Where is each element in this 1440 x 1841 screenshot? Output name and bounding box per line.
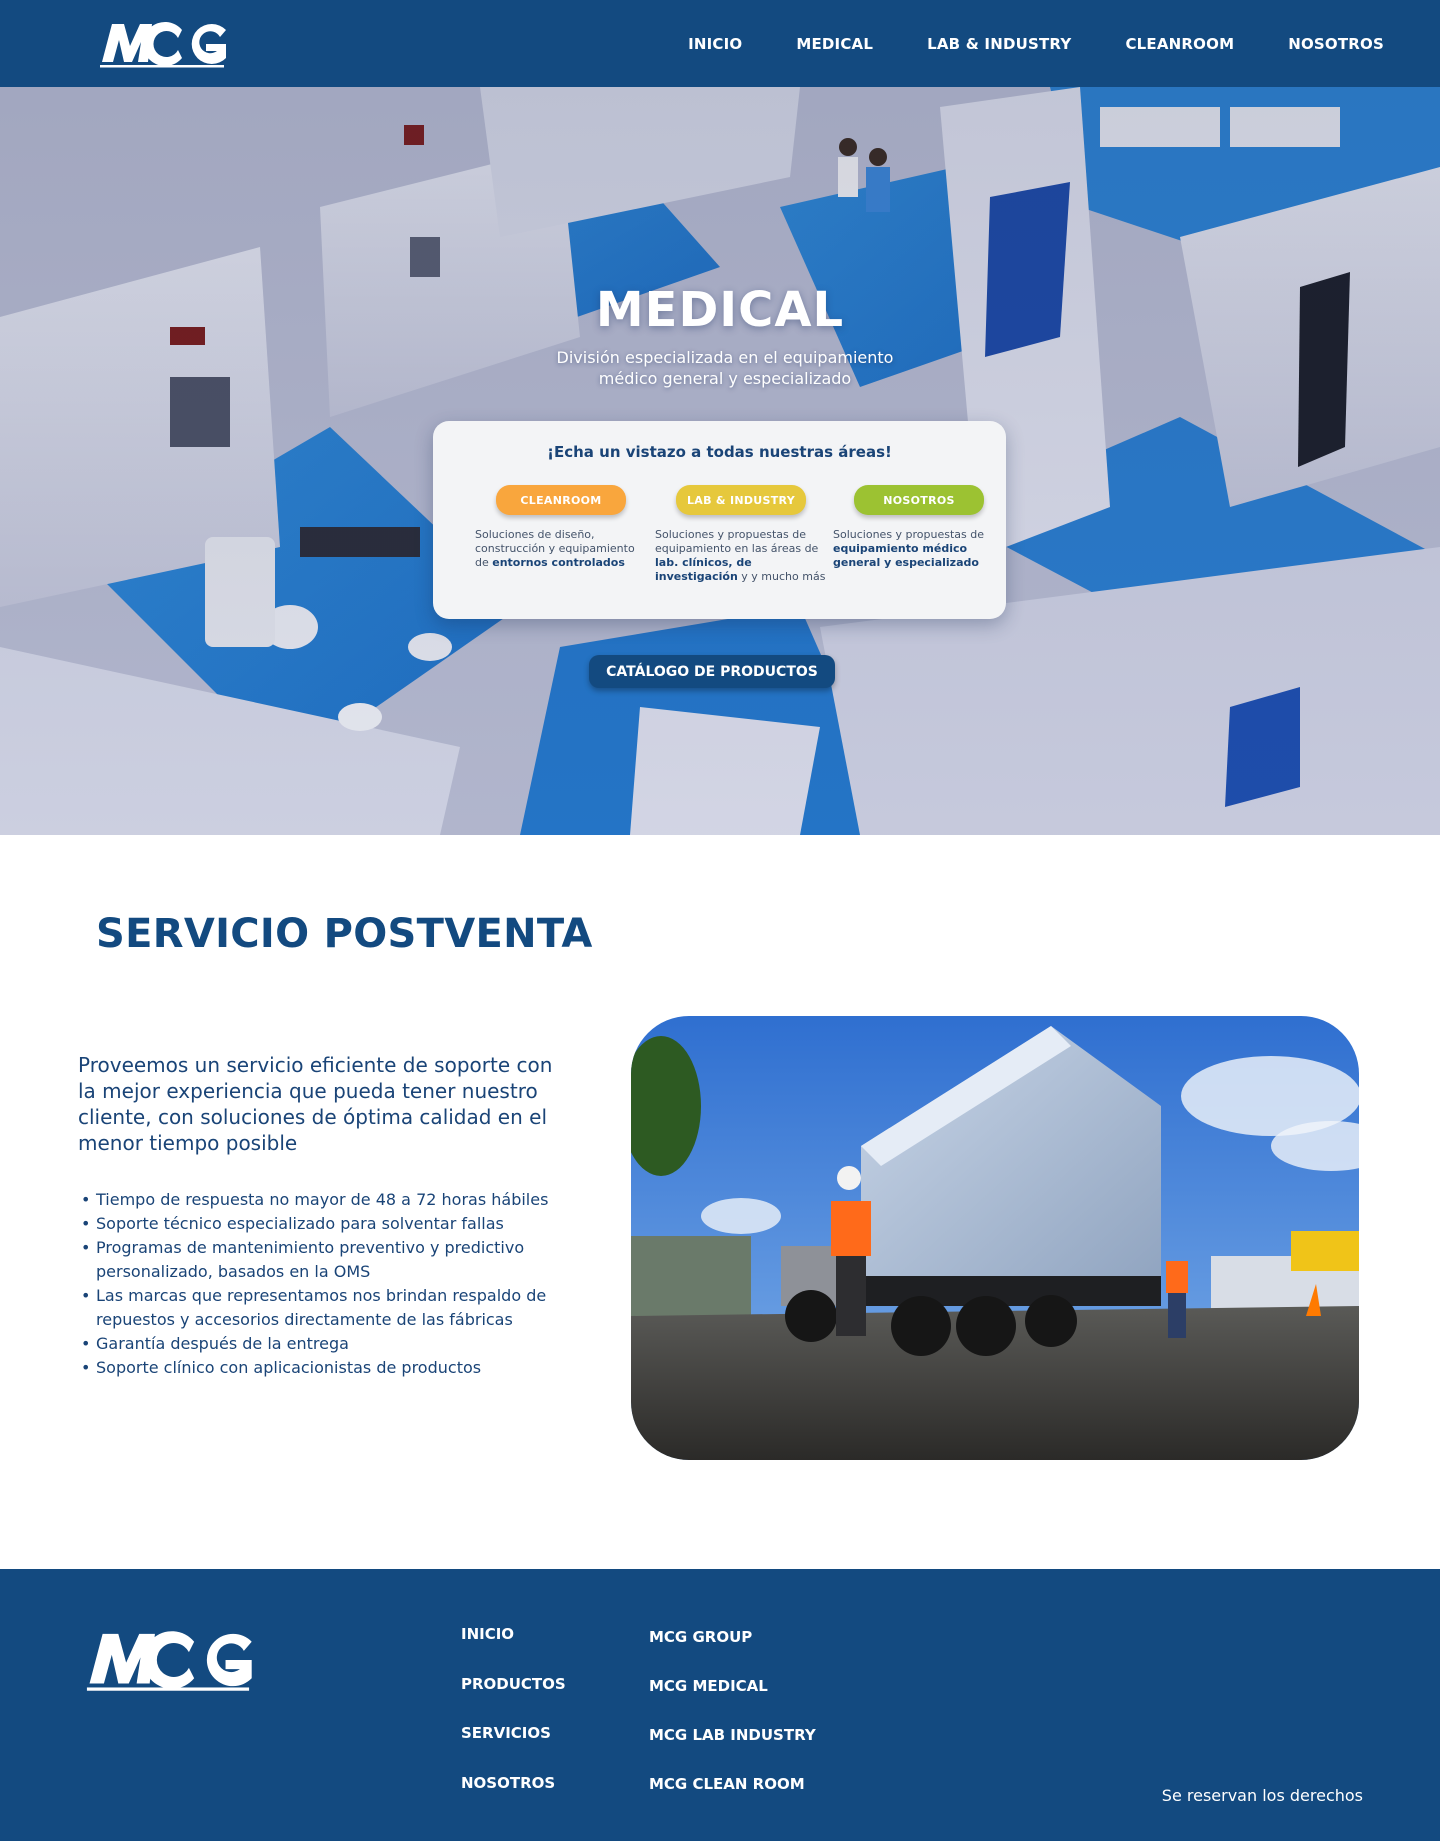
list-item: MCG LAB INDUSTRY [649, 1726, 816, 1775]
area-description-text: Soluciones y propuestas de equipamiento … [655, 528, 819, 555]
nosotros-button[interactable]: NOSOTROS [854, 485, 984, 515]
area-description-text: Soluciones y propuestas de [833, 528, 985, 541]
footer-link-servicios[interactable]: SERVICIOS [461, 1724, 551, 1742]
footer-links-group: MCG GROUP MCG MEDICAL MCG LAB INDUSTRY M… [649, 1628, 816, 1824]
hero-section: MEDICAL División especializada en el equ… [0, 87, 1440, 835]
hero-title: MEDICAL [595, 282, 845, 338]
nav-lab-industry[interactable]: LAB & INDUSTRY [927, 35, 1071, 53]
list-item: Garantía después de la entrega [80, 1332, 580, 1356]
nav-cleanroom[interactable]: CLEANROOM [1125, 35, 1234, 53]
copyright-text: Se reservan los derechos [1161, 1786, 1363, 1805]
area-description-tail: y y mucho más [737, 570, 826, 583]
area-nosotros: NOSOTROS Soluciones y propuestas de equi… [833, 485, 1005, 570]
footer-link-mcg-lab-industry[interactable]: MCG LAB INDUSTRY [649, 1726, 816, 1744]
footer-link-mcg-medical[interactable]: MCG MEDICAL [649, 1677, 768, 1695]
area-lab-industry: LAB & INDUSTRY Soluciones y propuestas d… [655, 485, 827, 584]
cleanroom-button[interactable]: CLEANROOM [496, 485, 626, 515]
product-catalog-button[interactable]: CATÁLOGO DE PRODUCTOS [589, 655, 835, 688]
service-title: SERVICIO POSTVENTA [96, 911, 593, 957]
area-description: Soluciones de diseño, construcción y equ… [475, 528, 647, 570]
list-item: NOSOTROS [461, 1774, 566, 1824]
footer-links-site: INICIO PRODUCTOS SERVICIOS NOSOTROS [461, 1625, 566, 1823]
footer-link-mcg-clean-room[interactable]: MCG CLEAN ROOM [649, 1775, 805, 1793]
list-item: PRODUCTOS [461, 1675, 566, 1725]
nav-nosotros[interactable]: NOSOTROS [1288, 35, 1384, 53]
area-description-bold: equipamiento médico general y especializ… [833, 542, 979, 569]
nav-inicio[interactable]: INICIO [688, 35, 742, 53]
delivery-truck-photo [631, 1016, 1359, 1460]
list-item: MCG GROUP [649, 1628, 816, 1677]
list-item: Soporte clínico con aplicacionistas de p… [80, 1356, 580, 1380]
list-item: Soporte técnico especializado para solve… [80, 1212, 580, 1236]
footer-link-nosotros[interactable]: NOSOTROS [461, 1774, 555, 1792]
list-item: Tiempo de respuesta no mayor de 48 a 72 … [80, 1188, 580, 1212]
area-description: Soluciones y propuestas de equipamiento … [833, 528, 1005, 570]
list-item: SERVICIOS [461, 1724, 566, 1774]
area-description-bold: entornos controlados [492, 556, 625, 569]
area-cleanroom: CLEANROOM Soluciones de diseño, construc… [475, 485, 647, 570]
list-item: Las marcas que representamos nos brindan… [80, 1284, 580, 1332]
lab-industry-button[interactable]: LAB & INDUSTRY [676, 485, 806, 515]
area-description: Soluciones y propuestas de equipamiento … [655, 528, 827, 584]
site-footer: INICIO PRODUCTOS SERVICIOS NOSOTROS MCG … [0, 1569, 1440, 1841]
service-feature-list: Tiempo de respuesta no mayor de 48 a 72 … [80, 1188, 580, 1380]
nav-medical[interactable]: MEDICAL [796, 35, 873, 53]
footer-link-mcg-group[interactable]: MCG GROUP [649, 1628, 752, 1646]
service-lead-text: Proveemos un servicio eficiente de sopor… [78, 1053, 553, 1155]
footer-mcg-logo[interactable] [84, 1626, 252, 1694]
site-header: INICIO MEDICAL LAB & INDUSTRY CLEANROOM … [0, 0, 1440, 87]
list-item: Programas de mantenimiento preventivo y … [80, 1236, 580, 1284]
hero-subtitle: División especializada en el equipamient… [556, 348, 894, 388]
mcg-logo[interactable] [98, 18, 226, 70]
list-item: MCG CLEAN ROOM [649, 1775, 816, 1824]
footer-link-inicio[interactable]: INICIO [461, 1625, 514, 1643]
footer-link-productos[interactable]: PRODUCTOS [461, 1675, 566, 1693]
main-nav: INICIO MEDICAL LAB & INDUSTRY CLEANROOM … [634, 0, 1384, 87]
list-item: MCG MEDICAL [649, 1677, 816, 1726]
areas-card-title: ¡Echa un vistazo a todas nuestras áreas! [547, 443, 892, 461]
list-item: INICIO [461, 1625, 566, 1675]
areas-card: ¡Echa un vistazo a todas nuestras áreas!… [433, 421, 1006, 619]
